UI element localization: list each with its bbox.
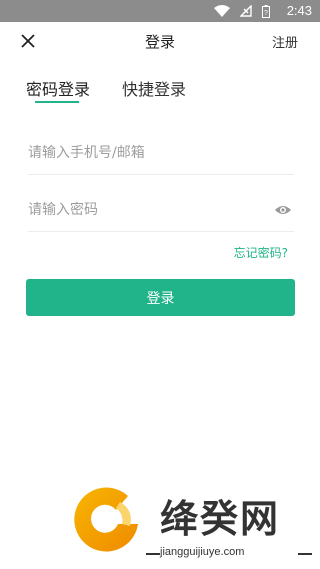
no-signal-icon [240,5,252,17]
tab-quick-login[interactable]: 快捷登录 [122,76,186,100]
svg-text:?: ? [264,10,268,17]
wifi-icon [214,5,230,17]
watermark-logo [74,487,138,552]
watermark-site: jiangguijiuye.com [160,546,245,558]
status-icons: ? [214,4,270,18]
battery-icon: ? [262,4,270,18]
login-button[interactable]: 登录 [26,279,295,316]
account-field-row [28,132,294,175]
tab-indicator [35,101,79,103]
forgot-password-link[interactable]: 忘记密码? [234,244,288,261]
tab-password-login[interactable]: 密码登录 [26,76,90,100]
watermark-divider-right [298,553,312,555]
watermark-brand: 绛癸网 [160,497,281,541]
status-bar: ? 2:43 [0,0,320,22]
register-link[interactable]: 注册 [272,32,298,51]
app-bar: 登录 注册 [0,22,320,58]
eye-icon [275,206,291,214]
password-visibility-toggle[interactable] [274,202,292,218]
status-time: 2:43 [286,3,312,18]
watermark-divider-left [146,553,160,555]
password-field-row [28,189,294,232]
watermark: 绛癸网 jiangguijiuye.com [0,470,320,569]
account-input[interactable] [28,140,268,166]
password-input[interactable] [28,197,268,223]
